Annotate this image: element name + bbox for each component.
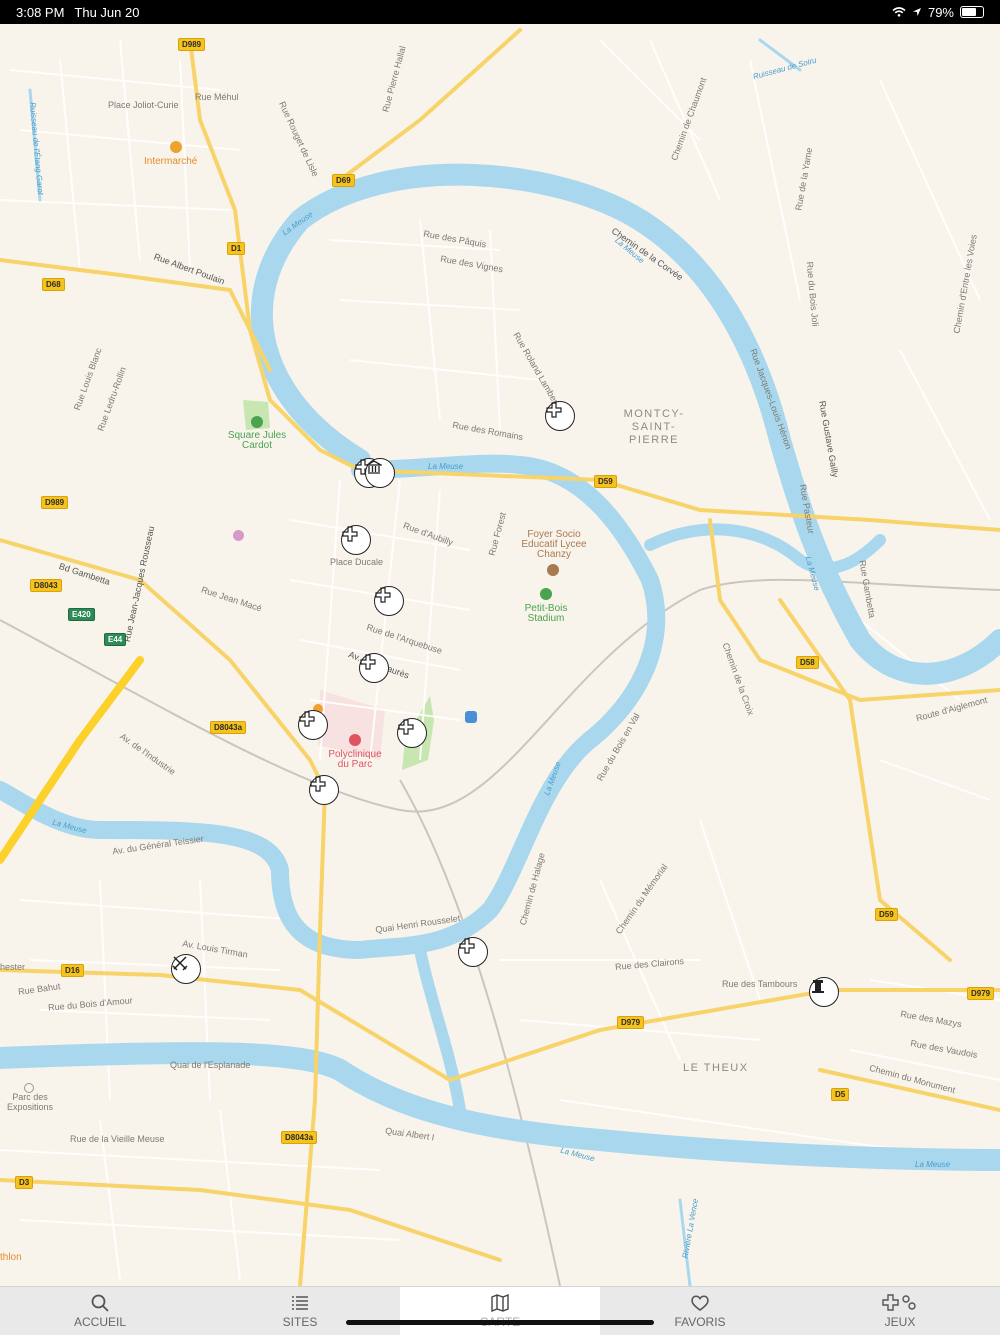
location-icon — [912, 5, 922, 20]
list-icon — [292, 1296, 308, 1310]
map-label[interactable]: Petit-Bois Stadium — [516, 604, 576, 624]
swords-pin[interactable] — [171, 954, 201, 984]
crossed-swords-icon — [172, 956, 188, 971]
battery-icon — [960, 6, 984, 18]
road-shield: D58 — [796, 656, 819, 669]
road-shield: D5 — [831, 1088, 850, 1101]
road-shield: D8043 — [30, 579, 62, 592]
map-label[interactable]: Polyclinique du Parc — [322, 750, 388, 770]
map-label: Quai de l'Esplanade — [170, 1060, 251, 1070]
home-indicator[interactable] — [346, 1320, 654, 1325]
map-label[interactable]: Intermarché — [144, 156, 197, 167]
road-shield: D979 — [617, 1016, 645, 1029]
map-label[interactable]: Foyer Socio Educatif Lycee Chanzy — [518, 530, 590, 560]
shopping-icon — [170, 141, 182, 153]
cross-pin[interactable] — [397, 718, 427, 748]
map-label: hester — [0, 962, 26, 972]
map-label: thlon — [0, 1252, 22, 1263]
road-shield: D59 — [875, 908, 898, 921]
cross-pin[interactable] — [374, 586, 404, 616]
tab-jeux[interactable]: JEUX — [800, 1287, 1000, 1335]
road-shield: D979 — [967, 987, 995, 1000]
road-shield: E420 — [68, 608, 95, 621]
maltese-cross-icon — [546, 402, 562, 418]
maltese-cross-icon — [299, 711, 315, 727]
monument-pin[interactable] — [809, 977, 839, 1007]
tab-label: FAVORIS — [674, 1315, 726, 1329]
map-label: La Meuse — [428, 462, 464, 471]
heart-icon — [691, 1295, 709, 1311]
map-label: Place Joliot-Curie — [108, 100, 179, 110]
road-shield: E44 — [104, 633, 127, 646]
status-bar: 3:08 PM Thu Jun 20 79% — [0, 0, 1000, 24]
road-shield: D8043a — [281, 1131, 318, 1144]
cross-pin[interactable] — [341, 525, 371, 555]
tab-favoris[interactable]: FAVORIS — [600, 1287, 800, 1335]
tab-label: ACCUEIL — [73, 1315, 126, 1329]
cross-pin[interactable] — [359, 653, 389, 683]
map-view[interactable]: Place Joliot-Curie Rue Méhul Intermarché… — [0, 24, 1000, 1286]
train-station-icon — [465, 711, 477, 723]
games-icon — [882, 1294, 916, 1311]
maltese-cross-icon — [398, 719, 414, 735]
tab-bar: ACCUEIL SITES CARTE FAVORIS JEUX — [0, 1286, 1000, 1335]
map-icon — [491, 1293, 509, 1313]
museum-icon — [366, 460, 382, 474]
tab-sites[interactable]: SITES — [200, 1287, 400, 1335]
battery-fill — [962, 8, 976, 16]
road-shield: D8043a — [210, 721, 247, 734]
map-label: Rue de la Vieille Meuse — [70, 1134, 165, 1144]
map-label[interactable]: Square Jules Cardot — [226, 431, 288, 451]
road-shield: D3 — [15, 1176, 34, 1189]
road-shield: D1 — [227, 242, 246, 255]
tab-carte[interactable]: CARTE — [400, 1287, 600, 1335]
tab-label: SITES — [282, 1315, 318, 1329]
monument-icon — [812, 980, 824, 993]
education-icon — [547, 564, 559, 576]
map-label: Rue des Tambours — [722, 979, 798, 989]
museum-pin[interactable] — [365, 458, 395, 488]
stadium-icon — [540, 588, 552, 600]
cross-pin[interactable] — [309, 775, 339, 805]
road-shield: D69 — [332, 174, 355, 187]
cross-pin[interactable] — [545, 401, 575, 431]
cross-pin[interactable] — [298, 710, 328, 740]
poi-icon — [24, 1083, 34, 1093]
maltese-cross-icon — [459, 938, 475, 954]
hospital-icon — [349, 734, 361, 746]
map-canvas — [0, 28, 1000, 1286]
wifi-icon — [892, 5, 906, 20]
tab-accueil[interactable]: ACCUEIL — [0, 1287, 200, 1335]
status-date: Thu Jun 20 — [74, 4, 140, 20]
battery-percent: 79% — [927, 4, 954, 20]
road-shield: D68 — [42, 278, 65, 291]
tab-label: JEUX — [884, 1315, 916, 1329]
road-shield: D989 — [41, 496, 69, 509]
map-label: Rue Méhul — [195, 92, 239, 102]
map-label: Parc des Expositions — [6, 1092, 54, 1112]
road-shield: D59 — [594, 475, 617, 488]
map-label: Place Ducale — [330, 557, 384, 567]
maltese-cross-icon — [360, 654, 376, 670]
maltese-cross-icon — [310, 776, 326, 792]
maltese-cross-icon — [375, 587, 391, 603]
cross-pin[interactable] — [458, 937, 488, 967]
map-label: La Meuse — [915, 1160, 951, 1169]
road-shield: D16 — [61, 964, 84, 977]
map-label: LE THEUX — [683, 1062, 749, 1074]
poi-icon — [233, 530, 244, 541]
status-time: 3:08 PM — [16, 4, 65, 20]
map-label: MONTCY-SAINT-PIERRE — [623, 408, 685, 446]
search-icon — [91, 1294, 109, 1312]
park-icon — [251, 416, 263, 428]
road-shield: D989 — [178, 38, 206, 51]
maltese-cross-icon — [342, 526, 358, 542]
